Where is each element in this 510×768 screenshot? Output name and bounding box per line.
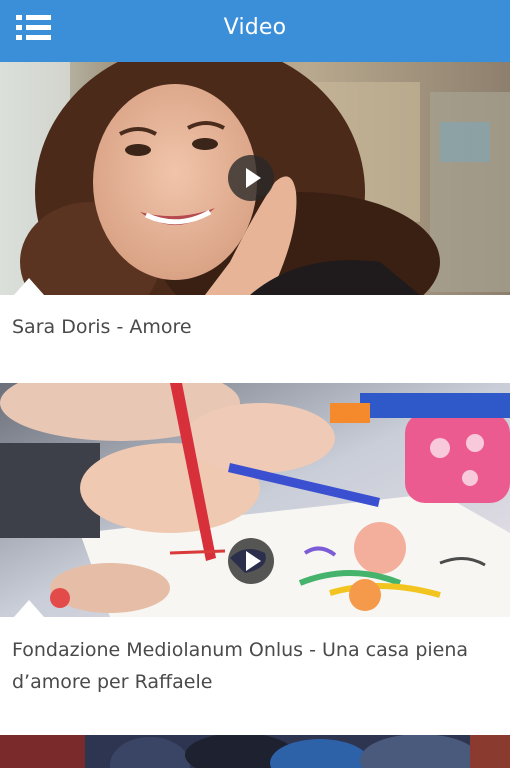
video-title[interactable]: Sara Doris - Amore bbox=[12, 311, 498, 343]
play-button[interactable] bbox=[228, 538, 274, 584]
play-button[interactable] bbox=[228, 155, 274, 201]
video-card[interactable]: Fondazione Mediolanum Onlus - Una casa p… bbox=[0, 383, 510, 735]
caption-pointer bbox=[14, 278, 44, 295]
group-photo-image bbox=[0, 735, 510, 768]
video-title[interactable]: Fondazione Mediolanum Onlus - Una casa p… bbox=[12, 634, 498, 698]
video-card[interactable] bbox=[0, 735, 510, 768]
video-thumbnail[interactable] bbox=[0, 735, 510, 768]
app-bar: Video bbox=[0, 0, 510, 62]
caption-pointer bbox=[14, 600, 44, 617]
video-card[interactable]: Sara Doris - Amore bbox=[0, 62, 510, 383]
page-title: Video bbox=[223, 15, 287, 40]
